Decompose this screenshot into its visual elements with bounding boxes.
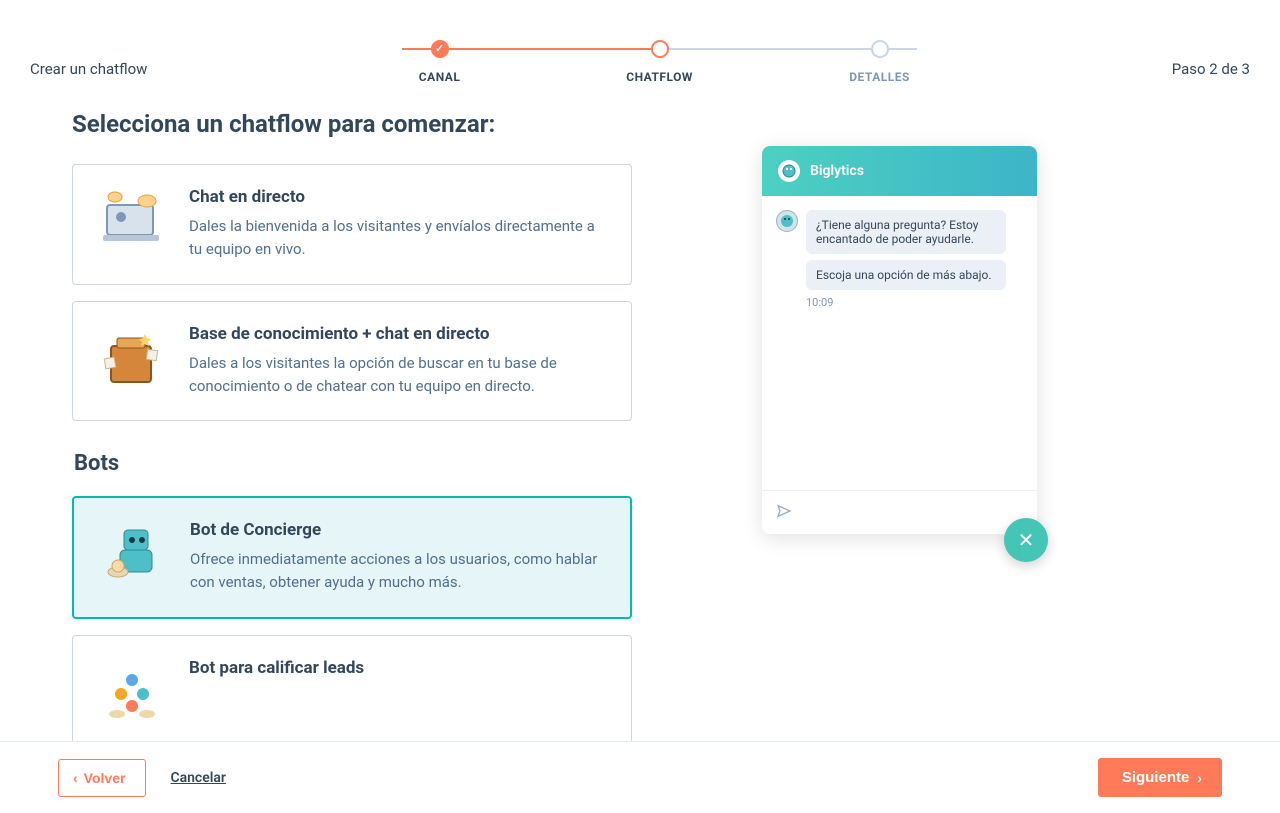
card-concierge-bot-desc: Ofrece inmediatamente acciones a los usu… xyxy=(190,548,606,595)
step-detalles: DETALLES xyxy=(770,40,990,84)
step-count: Paso 2 de 3 xyxy=(1172,40,1250,78)
step-chatflow-circle xyxy=(651,40,669,58)
bots-title: Bots xyxy=(74,451,632,476)
step-canal: CANAL xyxy=(330,40,550,84)
card-concierge-bot[interactable]: Bot de Concierge Ofrece inmediatamente a… xyxy=(72,496,632,619)
send-icon[interactable] xyxy=(776,503,792,523)
section-title: Selecciona un chatflow para comenzar: xyxy=(72,110,632,138)
chat-body: ¿Tiene alguna pregunta? Estoy encantado … xyxy=(762,196,1037,490)
chat-close-button[interactable]: ✕ xyxy=(1004,518,1048,562)
chat-header: Biglytics xyxy=(762,146,1037,196)
stepper: CANAL CHATFLOW DETALLES xyxy=(330,40,990,84)
step-detalles-circle xyxy=(871,40,889,58)
concierge-robot-icon xyxy=(98,520,168,590)
step-canal-circle xyxy=(431,40,449,58)
chat-brand-name: Biglytics xyxy=(810,163,864,179)
step-chatflow-label: CHATFLOW xyxy=(626,70,693,84)
close-icon: ✕ xyxy=(1018,528,1035,552)
chevron-left-icon: ‹ xyxy=(73,770,78,786)
step-canal-label: CANAL xyxy=(419,70,461,84)
card-qualify-bot-title: Bot para calificar leads xyxy=(189,658,607,678)
next-button-label: Siguiente xyxy=(1122,769,1190,786)
chat-bot-avatar-icon xyxy=(776,210,798,232)
card-concierge-bot-title: Bot de Concierge xyxy=(190,520,606,540)
chat-preview: Biglytics ¿Tiene alguna pregunta? Estoy … xyxy=(762,146,1037,534)
cancel-link[interactable]: Cancelar xyxy=(170,770,226,786)
page-title: Crear un chatflow xyxy=(30,40,147,78)
chat-message-2: Escoja una opción de más abajo. xyxy=(806,260,1006,290)
card-live-chat-desc: Dales la bienvenida a los visitantes y e… xyxy=(189,215,607,262)
laptop-chat-icon xyxy=(97,187,167,257)
left-column: Selecciona un chatflow para comenzar: Ch… xyxy=(72,110,642,741)
card-knowledge-base[interactable]: Base de conocimiento + chat en directo D… xyxy=(72,301,632,422)
card-live-chat-title: Chat en directo xyxy=(189,187,607,207)
next-button[interactable]: Siguiente › xyxy=(1098,758,1222,797)
chat-brand-avatar-icon xyxy=(778,160,800,182)
chat-timestamp: 10:09 xyxy=(806,296,1023,309)
bottom-bar: ‹ Volver Cancelar Siguiente › xyxy=(0,741,1280,813)
chevron-right-icon: › xyxy=(1197,770,1202,786)
qualify-balls-icon xyxy=(97,658,167,728)
card-knowledge-base-title: Base de conocimiento + chat en directo xyxy=(189,324,607,344)
knowledge-box-icon xyxy=(97,324,167,394)
chat-message-1: ¿Tiene alguna pregunta? Estoy encantado … xyxy=(806,210,1006,254)
step-detalles-label: DETALLES xyxy=(849,70,910,84)
back-button-label: Volver xyxy=(84,770,126,786)
top-bar: Crear un chatflow CANAL CHATFLOW DETALLE… xyxy=(0,0,1280,110)
main: Selecciona un chatflow para comenzar: Ch… xyxy=(0,110,1280,741)
step-chatflow: CHATFLOW xyxy=(550,40,770,84)
chat-footer xyxy=(762,490,1037,534)
back-button[interactable]: ‹ Volver xyxy=(58,759,146,797)
right-column: Biglytics ¿Tiene alguna pregunta? Estoy … xyxy=(762,110,1042,741)
card-knowledge-base-desc: Dales a los visitantes la opción de busc… xyxy=(189,352,607,399)
card-live-chat[interactable]: Chat en directo Dales la bienvenida a lo… xyxy=(72,164,632,285)
card-qualify-bot[interactable]: Bot para calificar leads xyxy=(72,635,632,742)
